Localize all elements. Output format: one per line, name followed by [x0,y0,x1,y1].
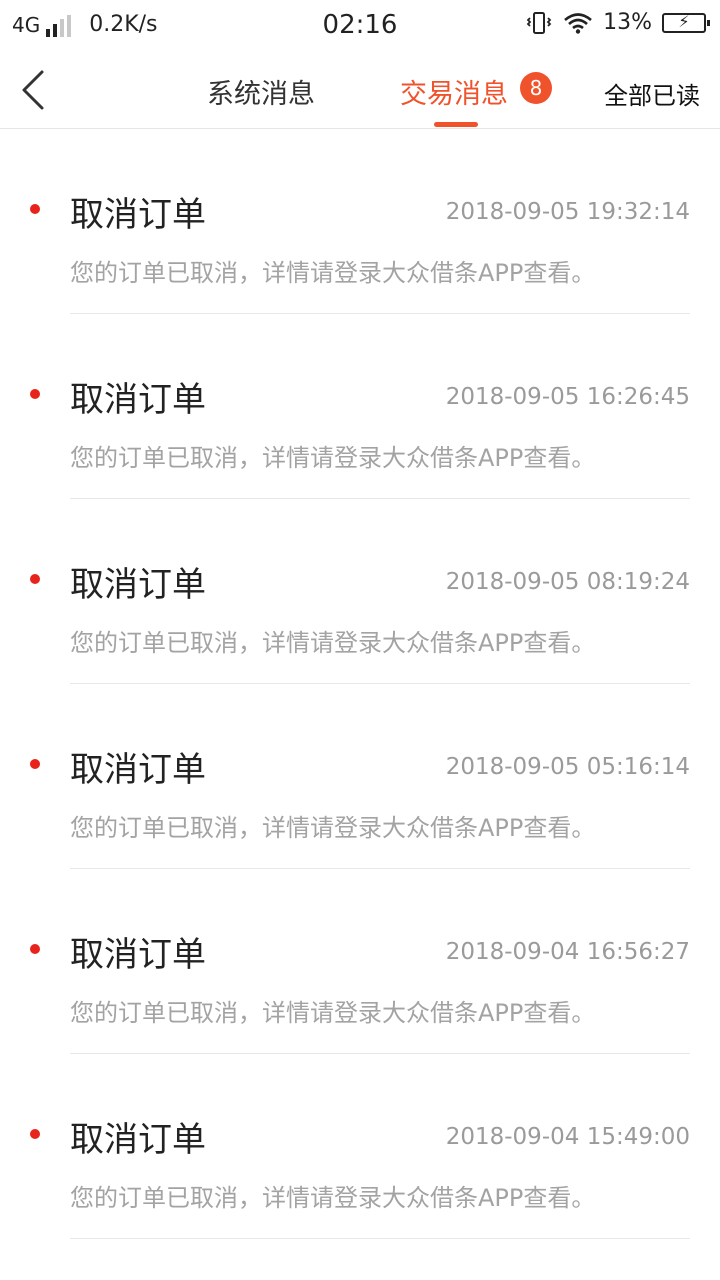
message-time: 2018-09-04 15:49:00 [445,1124,690,1150]
message-time: 2018-09-05 05:16:14 [445,754,690,780]
unread-dot [30,759,40,769]
message-desc: 您的订单已取消，详情请登录大众借条APP查看。 [70,999,596,1027]
battery-percent: 13% [603,10,652,35]
tab-trade-messages[interactable]: 交易消息 [400,72,508,111]
message-item[interactable]: 取消订单 2018-09-04 15:49:00 您的订单已取消，详情请登录大众… [0,1054,720,1239]
unread-dot [30,574,40,584]
message-desc: 您的订单已取消，详情请登录大众借条APP查看。 [70,629,596,657]
unread-dot [30,1129,40,1139]
divider [70,1238,690,1239]
message-time: 2018-09-05 08:19:24 [445,569,690,595]
message-title: 取消订单 [70,565,206,605]
message-desc: 您的订单已取消，详情请登录大众借条APP查看。 [70,259,596,287]
unread-dot [30,944,40,954]
unread-badge: 8 [520,72,552,104]
message-time: 2018-09-04 16:56:27 [445,939,690,965]
charging-icon: ⚡ [678,11,690,31]
battery-icon: ⚡ [662,11,710,33]
wifi-icon [563,12,593,34]
message-desc: 您的订单已取消，详情请登录大众借条APP查看。 [70,444,596,472]
message-list: 取消订单 2018-09-05 19:32:14 您的订单已取消，详情请登录大众… [0,129,720,1239]
message-item[interactable]: 取消订单 2018-09-04 16:56:27 您的订单已取消，详情请登录大众… [0,869,720,1054]
status-bar: 4G 0.2K/s 02:16 13% ⚡ [0,0,720,50]
message-item[interactable]: 取消订单 2018-09-05 08:19:24 您的订单已取消，详情请登录大众… [0,499,720,684]
message-item[interactable]: 取消订单 2018-09-05 19:32:14 您的订单已取消，详情请登录大众… [0,129,720,314]
message-item[interactable]: 取消订单 2018-09-05 05:16:14 您的订单已取消，详情请登录大众… [0,684,720,869]
message-item[interactable]: 取消订单 2018-09-05 16:26:45 您的订单已取消，详情请登录大众… [0,314,720,499]
message-title: 取消订单 [70,380,206,420]
unread-dot [30,389,40,399]
mark-all-read-button[interactable]: 全部已读 [604,76,700,111]
message-title: 取消订单 [70,750,206,790]
message-title: 取消订单 [70,935,206,975]
status-right: 13% ⚡ [525,10,710,35]
back-button[interactable] [14,68,54,112]
back-arrow-icon [22,70,44,110]
nav-bar: 系统消息 交易消息 8 全部已读 [0,50,720,129]
message-desc: 您的订单已取消，详情请登录大众借条APP查看。 [70,1184,596,1212]
message-title: 取消订单 [70,1120,206,1160]
message-title: 取消订单 [70,195,206,235]
message-time: 2018-09-05 16:26:45 [445,384,690,410]
vibrate-icon [525,11,553,35]
tab-system-messages[interactable]: 系统消息 [207,72,315,111]
active-tab-indicator [434,122,478,127]
message-time: 2018-09-05 19:32:14 [445,199,690,225]
unread-dot [30,204,40,214]
message-desc: 您的订单已取消，详情请登录大众借条APP查看。 [70,814,596,842]
